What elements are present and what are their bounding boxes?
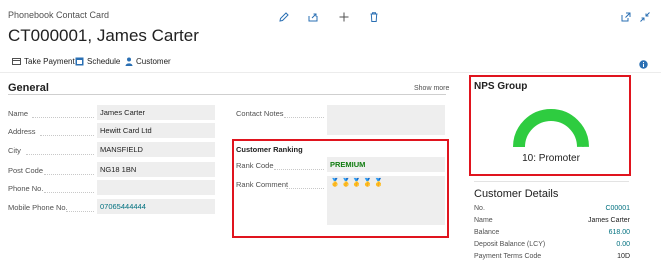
show-more-link[interactable]: Show more: [414, 85, 449, 92]
field-label: Address: [8, 127, 36, 136]
customer-button[interactable]: Customer: [125, 57, 171, 66]
section-divider: [8, 94, 446, 95]
rank-code-field[interactable]: PREMIUM: [327, 157, 445, 172]
contact-notes-field[interactable]: [327, 105, 445, 135]
field-leader: [44, 191, 94, 193]
detail-value: James Carter: [587, 217, 630, 224]
action-bar: Take Payment Schedule Customer: [0, 55, 661, 70]
detail-value: 10D: [617, 253, 630, 260]
nps-gauge: [513, 109, 589, 148]
field-label: Mobile Phone No.: [8, 203, 68, 212]
person-icon: [125, 57, 133, 66]
take-payment-label: Take Payment: [24, 57, 75, 66]
rank-comment-field[interactable]: 🥇🥇🥇🥇🥇: [327, 176, 445, 225]
collapse-icon[interactable]: [639, 10, 651, 22]
open-new-window-icon[interactable]: [620, 10, 632, 22]
field-leader: [44, 173, 94, 175]
page-title: CT000001, James Carter: [8, 26, 199, 45]
new-icon[interactable]: [338, 10, 350, 22]
name-field[interactable]: James Carter: [97, 105, 215, 120]
field-leader: [284, 116, 324, 118]
factbox-divider: [474, 181, 629, 182]
field-label: Phone No.: [8, 184, 44, 193]
action-bar-divider: [0, 72, 661, 73]
field-leader: [26, 153, 94, 155]
field-leader: [286, 187, 324, 189]
nps-group-title: NPS Group: [474, 81, 528, 92]
take-payment-button[interactable]: Take Payment: [12, 57, 75, 66]
payment-icon: [12, 58, 21, 65]
delete-icon[interactable]: [368, 10, 380, 22]
detail-label: No.: [474, 205, 485, 212]
detail-label: Balance: [474, 229, 500, 236]
field-leader: [274, 168, 324, 170]
detail-label: Name: [474, 217, 493, 224]
share-icon[interactable]: [307, 10, 319, 22]
detail-label: Deposit Balance (LCY): [474, 241, 546, 248]
deposit-balance-link[interactable]: 0.00: [616, 241, 630, 248]
post-code-field[interactable]: NG18 1BN: [97, 162, 215, 177]
field-leader: [40, 134, 94, 136]
phone-field[interactable]: [97, 180, 215, 195]
field-leader: [32, 116, 94, 118]
balance-link[interactable]: 618.00: [609, 229, 630, 236]
nps-gauge-label: 10: Promoter: [522, 153, 580, 164]
schedule-label: Schedule: [87, 57, 121, 66]
schedule-button[interactable]: Schedule: [75, 57, 120, 66]
edit-icon[interactable]: [278, 10, 290, 22]
field-label: Name: [8, 109, 29, 118]
customer-ranking-title: Customer Ranking: [236, 145, 303, 154]
customer-label: Customer: [136, 57, 171, 66]
medal-icons: 🥇🥇🥇🥇🥇: [330, 178, 385, 187]
general-section-title[interactable]: General: [8, 82, 49, 94]
mobile-phone-field[interactable]: 07065444444: [97, 199, 215, 214]
schedule-icon: [75, 57, 84, 66]
field-label: City: [8, 146, 21, 155]
city-field[interactable]: MANSFIELD: [97, 142, 215, 157]
field-label: Post Code: [8, 166, 44, 175]
contact-notes-label: Contact Notes: [236, 109, 284, 118]
customer-no-link[interactable]: C00001: [605, 205, 630, 212]
customer-details-title[interactable]: Customer Details: [474, 188, 558, 200]
gauge-fill: [513, 109, 589, 148]
field-leader: [66, 210, 94, 212]
rank-comment-label: Rank Comment: [236, 180, 289, 189]
rank-code-label: Rank Code: [236, 161, 274, 170]
detail-label: Payment Terms Code: [474, 253, 542, 260]
page-caption: Phonebook Contact Card: [8, 10, 110, 20]
address-field[interactable]: Hewitt Card Ltd: [97, 123, 215, 138]
